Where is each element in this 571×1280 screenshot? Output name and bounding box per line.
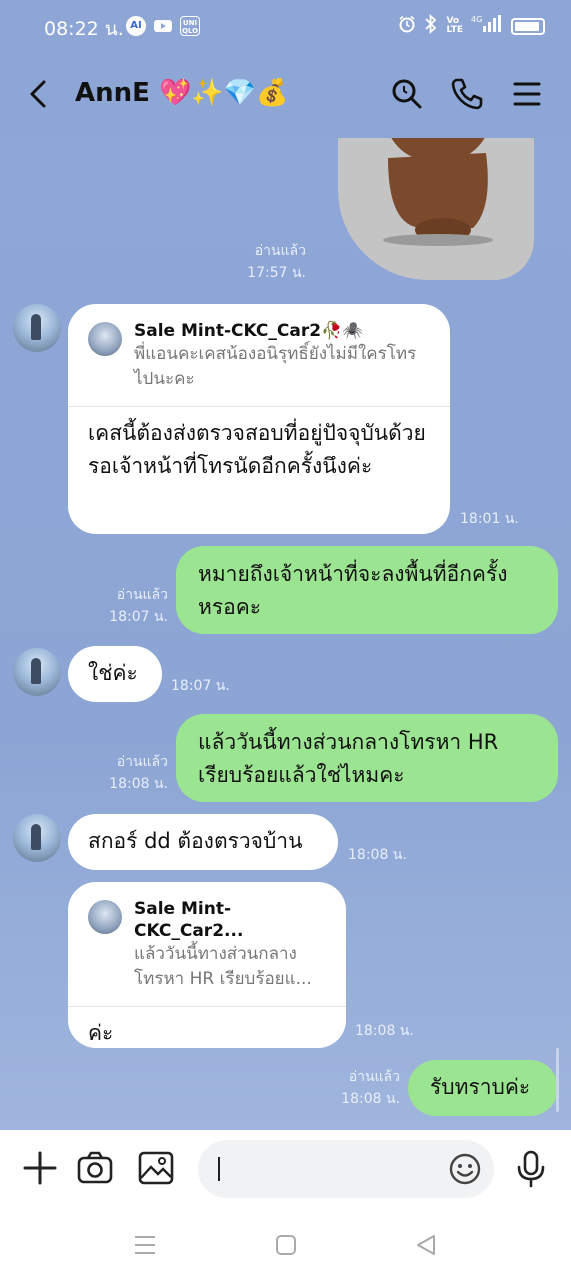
search-icon[interactable] (390, 76, 424, 116)
message-time: 18:07 น. (171, 678, 230, 694)
emoji-icon[interactable] (448, 1152, 482, 1190)
menu-icon[interactable] (512, 76, 542, 116)
message-time: 18:08 น. (355, 1023, 414, 1039)
uniqlo-icon: UNI QLO (180, 16, 200, 36)
read-receipt: อ่านแล้ว 18:07 น. (100, 584, 168, 628)
scrollbar[interactable] (556, 1048, 559, 1112)
reply-message-bubble[interactable]: Sale Mint-CKC_Car2... แล้ววันนี้ทางส่วนก… (68, 882, 346, 1048)
quoted-text: แล้ววันนี้ทางส่วนกลางโทรหา HR เรียบร้อยแ… (134, 944, 312, 989)
sticker-message[interactable] (338, 138, 534, 280)
message-bubble[interactable]: ใช่ค่ะ (68, 646, 162, 702)
chat-header: AnnE 💖✨💎💰 (0, 52, 571, 138)
read-receipt: อ่านแล้ว 18:08 น. (332, 1066, 400, 1110)
back-nav-icon[interactable] (415, 1234, 437, 1260)
camera-icon[interactable] (76, 1150, 114, 1190)
home-icon[interactable] (275, 1234, 297, 1260)
quoted-avatar (88, 322, 122, 356)
read-label: อ่านแล้ว (254, 243, 306, 259)
message-bubble[interactable]: หมายถึงเจ้าหน้าที่จะลงพื้นที่อีกครั้งหรอ… (176, 546, 558, 634)
alarm-icon (398, 15, 416, 37)
status-time: 08:22 น. (44, 18, 124, 40)
chat-area[interactable]: อ่านแล้ว 17:57 น. Sale Mint-CKC_Car2🥀🕷️ … (0, 138, 571, 1130)
message-time: 18:08 น. (341, 1091, 400, 1107)
read-label: อ่านแล้ว (116, 754, 168, 770)
message-text: เคสนี้ต้องส่งตรวจสอบที่อยู่ปัจจุบันด้วย … (88, 421, 426, 478)
read-receipt: อ่านแล้ว 18:08 น. (100, 751, 168, 795)
volte-icon: Vo LTE (446, 16, 463, 35)
brown-bear-sticker (383, 138, 493, 246)
avatar[interactable] (13, 814, 61, 862)
chat-title[interactable]: AnnE 💖✨💎💰 (75, 78, 288, 108)
message-time: 18:08 น. (109, 776, 168, 792)
read-label: อ่านแล้ว (116, 587, 168, 603)
message-text: ค่ะ (88, 1021, 114, 1045)
recent-apps-icon[interactable] (133, 1234, 157, 1260)
back-icon[interactable] (24, 74, 54, 118)
quoted-avatar (88, 900, 122, 934)
message-input[interactable] (198, 1140, 494, 1198)
status-bar: 08:22 น. AI UNI QLO Vo LTE 4G (0, 0, 571, 52)
signal-icon: 4G (471, 14, 503, 38)
quoted-message[interactable]: Sale Mint-CKC_Car2... แล้ววันนี้ทางส่วนก… (88, 898, 326, 992)
message-time: 18:01 น. (460, 511, 519, 527)
text-cursor (218, 1157, 220, 1181)
mic-icon[interactable] (514, 1150, 548, 1192)
plus-icon[interactable] (22, 1150, 58, 1190)
message-time: 17:57 น. (247, 265, 306, 281)
network-label: 4G (471, 15, 482, 24)
reply-message-bubble[interactable]: Sale Mint-CKC_Car2🥀🕷️ พี่แอนคะเคสน้องอนิ… (68, 304, 450, 534)
read-label: อ่านแล้ว (348, 1069, 400, 1085)
battery-icon (511, 17, 545, 35)
read-receipt: อ่านแล้ว 17:57 น. (240, 240, 306, 284)
quoted-sender: Sale Mint-CKC_Car2🥀🕷️ (134, 321, 364, 341)
input-bar (0, 1130, 571, 1206)
navigation-bar (0, 1206, 571, 1280)
bluetooth-icon (424, 13, 438, 38)
avatar[interactable] (13, 304, 61, 352)
quoted-text: พี่แอนคะเคสน้องอนิรุทธิ์ยังไม่มีใครโทรไป… (134, 344, 417, 389)
message-time: 18:08 น. (348, 847, 407, 863)
message-bubble[interactable]: แล้ววันนี้ทางส่วนกลางโทรหา HR เรียบร้อยแ… (176, 714, 558, 802)
avatar[interactable] (13, 648, 61, 696)
phone-icon[interactable] (450, 76, 484, 116)
image-icon[interactable] (137, 1150, 175, 1190)
quoted-message[interactable]: Sale Mint-CKC_Car2🥀🕷️ พี่แอนคะเคสน้องอนิ… (88, 320, 430, 392)
message-time: 18:07 น. (109, 609, 168, 625)
quoted-sender: Sale Mint-CKC_Car2... (134, 899, 244, 941)
message-bubble[interactable]: สกอร์ dd ต้องตรวจบ้าน (68, 814, 338, 870)
youtube-icon (153, 16, 173, 36)
ai-icon: AI (126, 16, 146, 36)
status-icons: Vo LTE 4G (398, 13, 545, 38)
message-bubble[interactable]: รับทราบค่ะ (408, 1060, 558, 1116)
